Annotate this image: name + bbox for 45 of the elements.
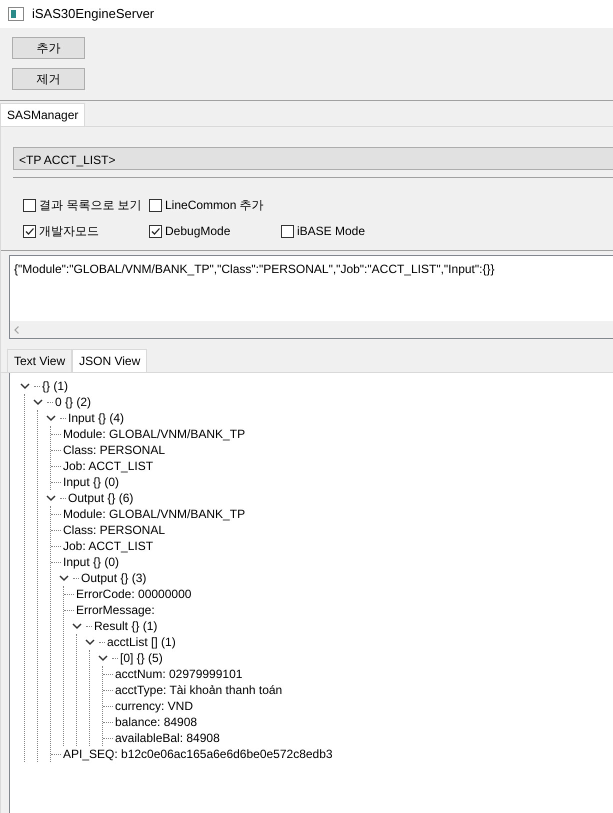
checkmark-icon — [150, 226, 161, 236]
tree-item[interactable]: acctNum: 02979999101 — [115, 665, 242, 683]
checkbox-label[interactable]: 결과 목록으로 보기 — [39, 196, 142, 214]
checkbox[interactable] — [23, 198, 36, 212]
tab[interactable]: Text View — [7, 349, 72, 372]
tree-item[interactable]: ErrorMessage: — [76, 601, 155, 619]
tree-item[interactable]: {} (1) — [42, 377, 68, 395]
app-icon — [8, 7, 24, 21]
checkbox-label[interactable]: iBASE Mode — [297, 222, 366, 240]
tree-item[interactable]: API_SEQ: b12c0e06ac165a6e6d6be0e572c8edb3 — [63, 745, 333, 763]
tp-dropdown[interactable]: <TP ACCT_LIST> — [13, 147, 613, 170]
tree-item[interactable]: availableBal: 84908 — [115, 729, 220, 747]
tree-item[interactable]: Input {} (0) — [63, 553, 120, 571]
tree-item[interactable]: acctType: Tài khoản thanh toán — [115, 681, 282, 699]
checkmark-icon — [24, 226, 35, 236]
tree-item[interactable]: Input {} (0) — [63, 473, 120, 491]
tree-item[interactable]: Job: ACCT_LIST — [63, 457, 154, 475]
window-title: iSAS30EngineServer — [32, 5, 154, 24]
tree-item[interactable]: [0] {} (5) — [120, 649, 163, 667]
tree-item[interactable]: Module: GLOBAL/VNM/BANK_TP — [63, 425, 246, 443]
tree-item[interactable]: balance: 84908 — [115, 713, 198, 731]
tree-item[interactable]: Output {} (3) — [81, 569, 146, 587]
checkbox[interactable] — [23, 224, 36, 238]
checkbox-label[interactable]: DebugMode — [165, 222, 230, 240]
tree-item[interactable]: Input {} (4) — [68, 409, 124, 427]
toolbar-button[interactable]: 추가 — [12, 37, 85, 59]
toolbar-button[interactable]: 제거 — [12, 68, 85, 90]
checkbox[interactable] — [149, 224, 162, 238]
tree-item[interactable]: currency: VND — [115, 697, 194, 715]
tab[interactable]: SASManager — [0, 103, 86, 126]
checkbox[interactable] — [149, 198, 162, 212]
tab[interactable]: JSON View — [72, 349, 148, 372]
tree-item[interactable]: Output {} (6) — [68, 489, 134, 507]
tree-item[interactable]: Class: PERSONAL — [63, 441, 166, 459]
checkbox[interactable] — [281, 224, 294, 238]
tree-item[interactable]: Result {} (1) — [94, 617, 158, 635]
tree-item[interactable]: Class: PERSONAL — [63, 521, 166, 539]
tree-item[interactable]: Module: GLOBAL/VNM/BANK_TP — [63, 505, 246, 523]
checkbox-label[interactable]: 개발자모드 — [39, 222, 99, 240]
tree-item[interactable]: 0 {} (2) — [55, 393, 92, 411]
tree-item[interactable]: ErrorCode: 00000000 — [76, 585, 192, 603]
request-text-area[interactable]: {"Module":"GLOBAL/VNM/BANK_TP","Class":"PERSONAL","Job":"ACCT_LIST","Input":{}} — [9, 255, 613, 339]
tree-item[interactable]: Job: ACCT_LIST — [63, 537, 154, 555]
checkbox-label[interactable]: LineCommon 추가 — [165, 196, 264, 214]
tree-item[interactable]: acctList [] (1) — [107, 633, 176, 651]
